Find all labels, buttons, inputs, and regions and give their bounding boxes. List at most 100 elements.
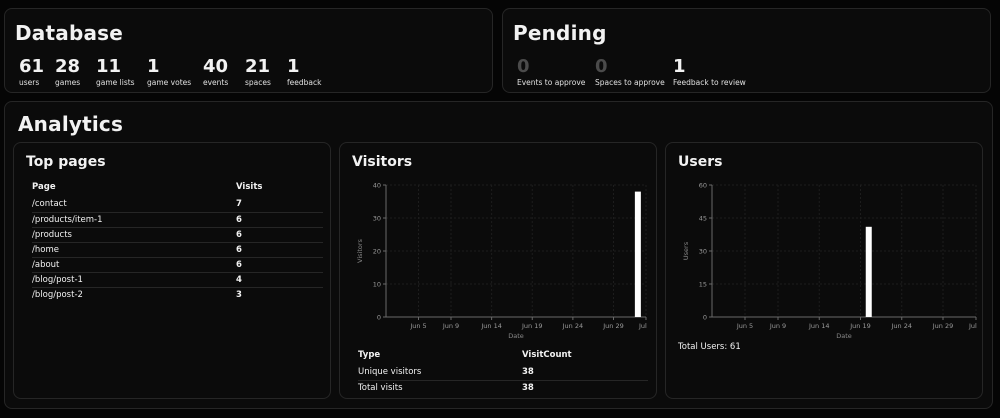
y-tick-label: 0 [377, 314, 381, 322]
visitors-chart: 0 10 20 30 40 Jun 5 Jun 9 Jun 14 Jun 19 Jun 24 Jun… [356, 182, 648, 340]
stat-users: 61 users [19, 56, 45, 88]
stat-game-votes: 1 game votes [147, 56, 192, 88]
table-row[interactable]: /blog/post-2 3 [32, 287, 323, 302]
analytics-card: Analytics Top pages Page Visits /contact… [4, 101, 993, 409]
stat-value: 1 [287, 56, 300, 77]
stat-value: 0 [517, 56, 530, 77]
stat-label: game lists [96, 78, 135, 87]
y-tick-label: 0 [703, 314, 707, 322]
analytics-title: Analytics [18, 112, 124, 136]
users-title: Users [678, 154, 723, 170]
stat-events-to-approve: 0 Events to approve [517, 56, 586, 88]
page-visits: 6 [236, 242, 323, 258]
page-visits: 7 [236, 197, 323, 213]
stat-label: game votes [147, 78, 192, 87]
users-card: Users 0 15 30 45 60 Jun 5 Jun 9 Jun 14 Jun 19 Jun… [665, 142, 983, 399]
y-tick-label: 30 [699, 248, 707, 256]
stat-label: Spaces to approve [595, 78, 665, 87]
column-header-type: Type [358, 350, 381, 360]
table-row[interactable]: /home 6 [32, 242, 323, 258]
visitors-table: Type VisitCount Unique visitors 38 Total … [358, 345, 648, 395]
top-pages-card: Top pages Page Visits /contact 7 /product… [13, 142, 331, 399]
table-row[interactable]: /products 6 [32, 227, 323, 243]
x-tick-label: Jun 29 [602, 322, 624, 330]
visit-type: Total visits [358, 382, 403, 393]
stat-value: 61 [19, 56, 45, 77]
page-visits: 6 [236, 212, 323, 228]
table-row: Total visits 38 [358, 380, 648, 395]
column-header-visits: Visits [236, 182, 263, 192]
chart-bar [634, 191, 641, 317]
stat-value: 21 [245, 56, 271, 77]
stat-game-lists: 11 game lists [96, 56, 135, 88]
x-tick-label: Jun 24 [891, 322, 913, 330]
top-pages-table: Page Visits /contact 7 /products/item-1 6 … [32, 177, 323, 302]
stat-value: 11 [96, 56, 122, 77]
stat-value: 40 [203, 56, 229, 77]
y-axis-label: Visitors [356, 238, 364, 262]
x-tick-label: Jun 19 [521, 322, 543, 330]
stat-games: 28 games [55, 57, 81, 88]
page-path: /blog/post-1 [32, 272, 236, 288]
stat-feedback: 1 feedback [287, 56, 322, 88]
column-header-page: Page [32, 182, 56, 192]
column-header-visit-count: VisitCount [522, 350, 572, 360]
pending-title: Pending [513, 21, 607, 45]
table-row[interactable]: /about 6 [32, 257, 323, 273]
page-path: /blog/post-2 [32, 289, 83, 300]
stat-label: Events to approve [517, 78, 586, 87]
x-tick-label: Jun 9 [442, 322, 459, 330]
stat-label: spaces [245, 78, 271, 87]
page-path: /products [32, 227, 236, 243]
page-visits: 3 [236, 289, 242, 300]
x-tick-label: Jul 3 [968, 322, 978, 330]
stat-label: users [19, 78, 40, 87]
y-tick-label: 60 [699, 182, 707, 190]
x-tick-label: Jun 14 [480, 322, 502, 330]
x-tick-label: Jun 19 [849, 322, 871, 330]
page-visits: 4 [236, 272, 323, 288]
chart-bar [865, 226, 872, 317]
page-visits: 6 [236, 257, 323, 273]
page-path: /home [32, 242, 236, 258]
stat-label: Feedback to review [673, 78, 746, 87]
stat-events: 40 events [203, 56, 229, 88]
y-tick-label: 45 [699, 215, 707, 223]
x-tick-label: Jun 24 [562, 322, 584, 330]
stat-spaces-to-approve: 0 Spaces to approve [595, 56, 665, 88]
y-tick-label: 15 [699, 281, 707, 289]
x-axis-label: Date [836, 332, 852, 339]
stat-value: 1 [147, 56, 160, 77]
x-tick-label: Jun 14 [808, 322, 830, 330]
table-row[interactable]: /blog/post-1 4 [32, 272, 323, 288]
stat-label: games [55, 78, 81, 87]
page-path: /about [32, 257, 236, 273]
stat-label: feedback [287, 78, 322, 87]
y-tick-label: 10 [373, 281, 381, 289]
page-path: /products/item-1 [32, 212, 236, 228]
stat-spaces: 21 spaces [245, 56, 271, 88]
visitors-title: Visitors [352, 154, 413, 170]
y-tick-label: 30 [373, 215, 381, 223]
database-card: Database 61 users 28 games 11 game lists… [4, 8, 493, 93]
page-visits: 6 [236, 227, 323, 243]
visitors-card: Visitors 0 10 20 30 40 Jun 5 Jun 9 Jun 14 Jun 19… [339, 142, 657, 399]
stat-label: events [203, 78, 229, 87]
users-chart: 0 15 30 45 60 Jun 5 Jun 9 Jun 14 Jun 19 Jun 24 Jun… [682, 182, 978, 340]
table-row[interactable]: /contact 7 [32, 197, 323, 213]
top-pages-title: Top pages [26, 154, 106, 170]
y-tick-label: 20 [373, 248, 381, 256]
total-users-label: Total Users: 61 [678, 342, 741, 352]
x-tick-label: Jun 9 [769, 322, 786, 330]
x-tick-label: Jun 29 [932, 322, 954, 330]
stat-feedback-to-review: 1 Feedback to review [673, 56, 746, 88]
visit-count: 38 [522, 382, 534, 393]
visit-type: Unique visitors [358, 365, 522, 381]
stat-value: 1 [673, 56, 686, 77]
x-tick-label: Jun 5 [736, 322, 753, 330]
table-row[interactable]: /products/item-1 6 [32, 212, 323, 228]
stat-value: 0 [595, 56, 608, 77]
pending-card: Pending 0 Events to approve 0 Spaces to … [502, 8, 991, 93]
table-row: Unique visitors 38 [358, 365, 648, 381]
x-tick-label: Jul 3 [638, 322, 648, 330]
